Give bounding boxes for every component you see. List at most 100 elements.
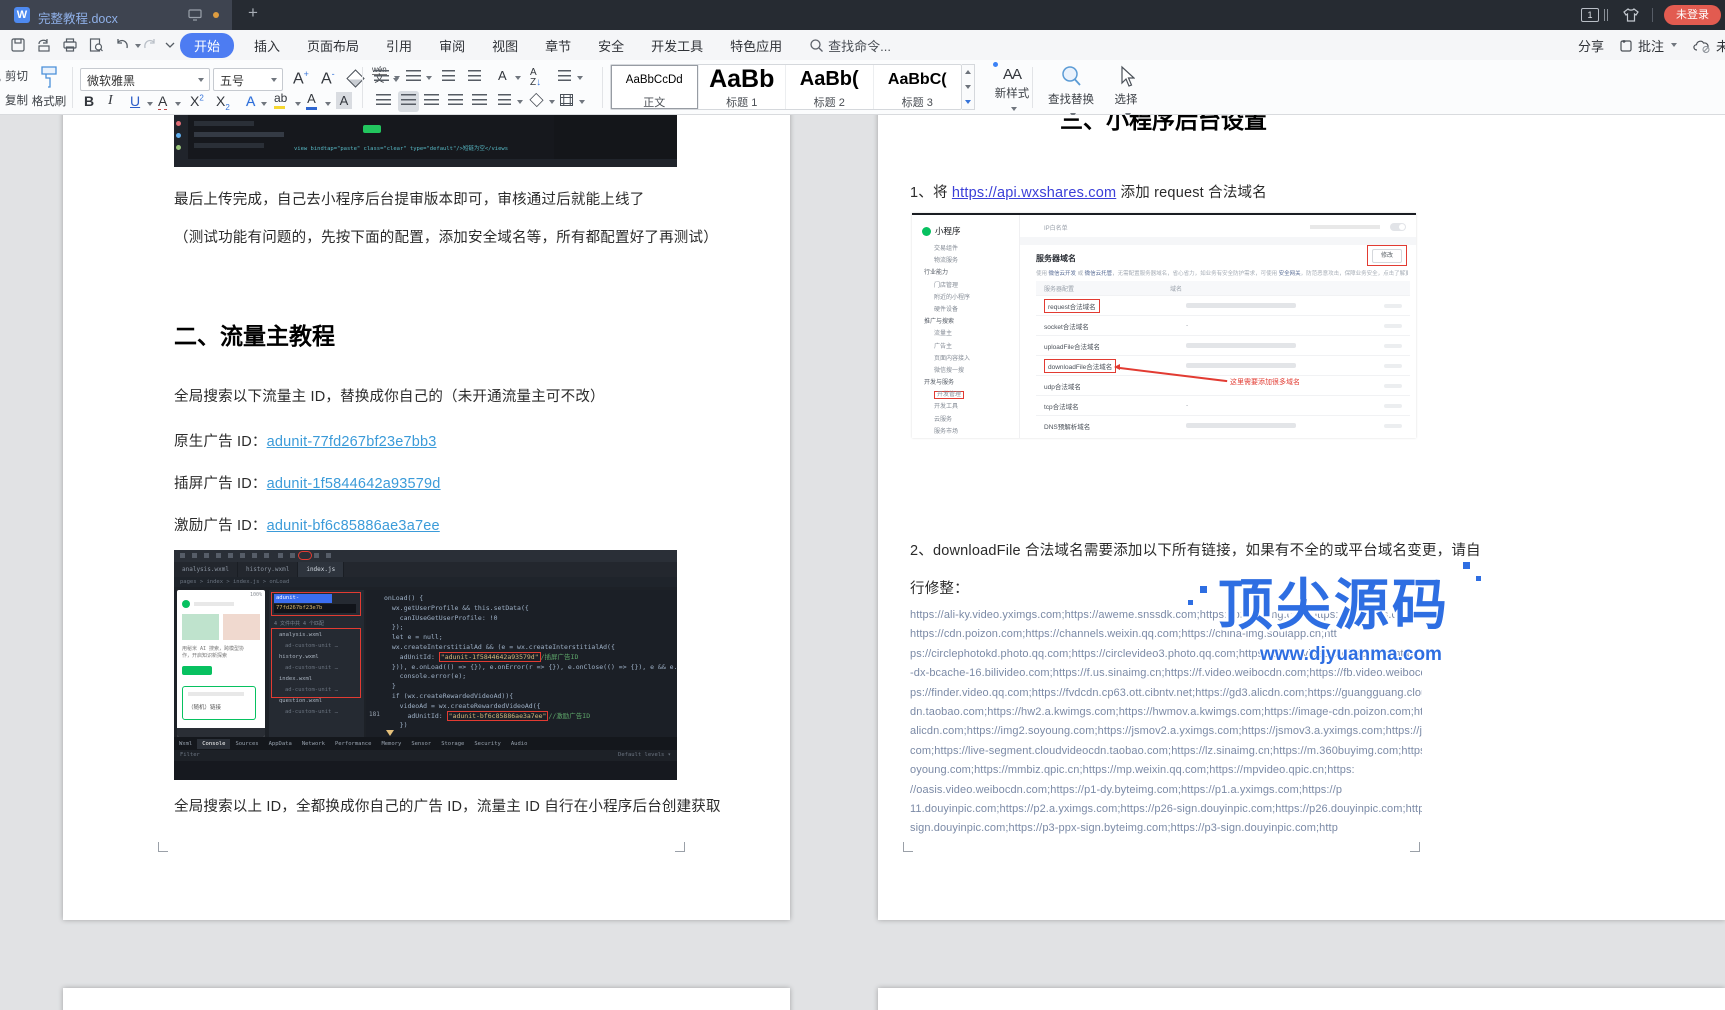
- ad-id-link[interactable]: adunit-bf6c85886ae3a7ee: [267, 518, 440, 534]
- tab-home[interactable]: 开始: [180, 33, 234, 58]
- print-icon[interactable]: [62, 37, 78, 53]
- gallery-more-icon[interactable]: [965, 100, 971, 104]
- comment-label: 批注: [1638, 36, 1664, 55]
- show-marks-button[interactable]: [558, 70, 571, 85]
- devtools-toolbar: [174, 550, 677, 562]
- undo-dropdown-icon[interactable]: [135, 44, 141, 48]
- ad-id-link[interactable]: adunit-77fd267bf23e7bb3: [267, 434, 437, 450]
- font-size-select[interactable]: 五号: [213, 68, 283, 91]
- chevron-down-icon[interactable]: [295, 102, 301, 106]
- chevron-down-icon[interactable]: [579, 100, 585, 104]
- select-button[interactable]: 选择: [1104, 65, 1148, 121]
- decor-thumb: [182, 614, 219, 640]
- style-normal[interactable]: AaBbCcDd 正文: [611, 65, 699, 109]
- shrink-font-button[interactable]: A-: [321, 69, 335, 88]
- tab-dev-tools[interactable]: 开发工具: [651, 36, 703, 55]
- tab-references[interactable]: 引用: [386, 36, 412, 55]
- decor: [1463, 562, 1470, 569]
- monitor-icon[interactable]: [188, 9, 202, 21]
- tab-view[interactable]: 视图: [492, 36, 518, 55]
- chevron-down-icon[interactable]: [549, 100, 555, 104]
- style-heading1[interactable]: AaBb 标题 1: [699, 65, 787, 109]
- red-annotation-text: 这里需要添加很多域名: [1230, 377, 1300, 387]
- borders-button[interactable]: [560, 94, 573, 106]
- chevron-down-icon[interactable]: [325, 102, 331, 106]
- distribute-button[interactable]: [472, 94, 487, 109]
- grow-font-button[interactable]: A+: [293, 69, 309, 88]
- font-color-button[interactable]: A: [306, 91, 317, 110]
- chevron-down-icon[interactable]: [261, 102, 267, 106]
- cut-button[interactable]: 剪切: [0, 68, 28, 84]
- increase-indent-button[interactable]: [468, 70, 481, 85]
- char-shading-button[interactable]: A: [336, 92, 352, 109]
- page-left[interactable]: view bindtap="paste" class="clear" type=…: [63, 115, 790, 920]
- align-left-button[interactable]: [376, 94, 391, 109]
- login-button[interactable]: 未登录: [1664, 5, 1721, 25]
- undo-icon[interactable]: [114, 37, 130, 53]
- tab-page-layout[interactable]: 页面布局: [307, 36, 359, 55]
- bold-button[interactable]: B: [84, 93, 94, 109]
- italic-button[interactable]: I: [108, 93, 113, 109]
- sort-button[interactable]: AZ↓: [530, 68, 541, 88]
- next-page-top[interactable]: [878, 988, 1725, 1010]
- chevron-down-icon[interactable]: [577, 76, 583, 80]
- scroll-up-icon[interactable]: [965, 70, 971, 74]
- chevron-down-icon[interactable]: [426, 76, 432, 80]
- document-area[interactable]: view bindtap="paste" class="clear" type=…: [0, 115, 1725, 1010]
- highlight-color-button[interactable]: ab: [274, 91, 287, 109]
- tab-security[interactable]: 安全: [598, 36, 624, 55]
- paragraph: 全局搜索以下流量主 ID，替换成你自己的（未开通流量主可不改）: [174, 385, 605, 406]
- find-command-button[interactable]: 查找命令...: [809, 36, 891, 55]
- bullet-list-button[interactable]: [374, 70, 389, 85]
- underline-button[interactable]: U: [130, 93, 140, 109]
- chevron-down-icon[interactable]: [517, 100, 523, 104]
- format-painter-button[interactable]: 格式刷: [26, 65, 72, 109]
- divider: [1032, 67, 1033, 108]
- new-style-button[interactable]: AA 新样式: [985, 66, 1039, 115]
- print-preview-icon[interactable]: [88, 37, 104, 53]
- tab-special-features[interactable]: 特色应用: [730, 36, 782, 55]
- char-scaling-button[interactable]: A: [498, 68, 507, 83]
- customize-toolbar-icon[interactable]: [164, 41, 176, 49]
- text-effects-button[interactable]: A: [246, 93, 255, 109]
- sync-status[interactable]: 未同步: [1692, 36, 1725, 55]
- subscript-button[interactable]: X2: [216, 93, 230, 112]
- skin-shirt-icon[interactable]: [1622, 7, 1640, 23]
- style-heading2[interactable]: AaBb( 标题 2: [786, 65, 874, 109]
- scroll-down-icon[interactable]: [965, 85, 971, 89]
- styles-gallery-scrollbar[interactable]: [962, 64, 975, 110]
- numbered-list-button[interactable]: [406, 70, 421, 85]
- line-spacing-button[interactable]: [498, 94, 511, 109]
- api-domain-link[interactable]: https://api.wxshares.com: [952, 185, 1116, 201]
- shading-button[interactable]: [529, 93, 543, 107]
- justify-button[interactable]: [448, 94, 463, 109]
- next-page-top[interactable]: [63, 988, 790, 1010]
- save-icon[interactable]: [10, 37, 26, 53]
- find-replace-button[interactable]: 查找替换: [1040, 65, 1102, 121]
- document-tab[interactable]: W 完整教程.docx: [0, 0, 232, 30]
- share-button[interactable]: 分享: [1578, 36, 1604, 55]
- align-center-button[interactable]: [398, 91, 419, 112]
- tab-insert[interactable]: 插入: [254, 36, 280, 55]
- align-right-button[interactable]: [424, 94, 439, 109]
- chevron-down-icon[interactable]: [175, 102, 181, 106]
- tab-strip: +: [232, 0, 1725, 30]
- superscript-button[interactable]: X2: [190, 93, 204, 109]
- char-border-button[interactable]: A: [158, 93, 167, 110]
- font-name-select[interactable]: 微软雅黑: [80, 68, 210, 91]
- new-tab-button[interactable]: +: [248, 3, 258, 23]
- ad-id-link[interactable]: adunit-1f5844642a93579d: [267, 476, 441, 492]
- redo-icon[interactable]: [142, 37, 158, 53]
- tab-review[interactable]: 审阅: [439, 36, 465, 55]
- chevron-down-icon[interactable]: [515, 76, 521, 80]
- chevron-down-icon[interactable]: [147, 102, 153, 106]
- decrease-indent-button[interactable]: [442, 70, 455, 85]
- page-right[interactable]: 三、小程序后台设置 1、将 https://api.wxshares.com 添…: [878, 115, 1725, 920]
- tab-section[interactable]: 章节: [545, 36, 571, 55]
- chevron-down-icon[interactable]: [394, 76, 400, 80]
- style-heading3[interactable]: AaBbC( 标题 3: [874, 65, 962, 109]
- window-count-badge[interactable]: 1: [1581, 8, 1599, 22]
- export-icon[interactable]: [36, 37, 52, 53]
- copy-button[interactable]: 复制: [0, 92, 28, 108]
- comment-button[interactable]: 批注: [1619, 36, 1677, 55]
